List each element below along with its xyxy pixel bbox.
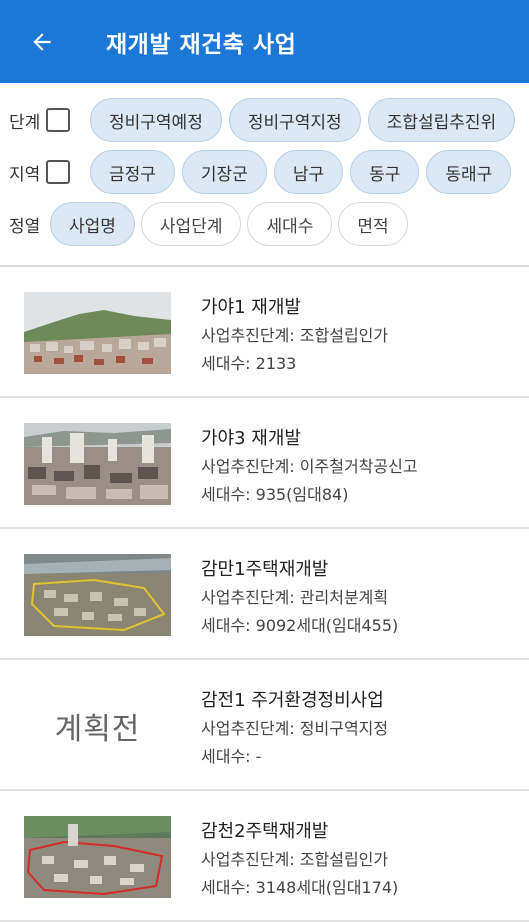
region-chip[interactable]: 기장군 xyxy=(181,150,267,194)
planned-placeholder: 계획전 xyxy=(24,685,171,767)
page-title: 재개발 재건축 사업 xyxy=(106,31,297,58)
project-households: 세대수: - xyxy=(201,747,262,766)
sort-filter-row: 정열 사업명 사업단계 세대수 면적 xyxy=(0,200,414,248)
project-photo xyxy=(24,292,171,374)
project-photo xyxy=(24,423,171,505)
project-list-item[interactable]: 계획전 감전1 주거환경정비사업 사업추진단계: 정비구역지정 세대수: - xyxy=(0,660,529,791)
stage-filter-label: 단계 xyxy=(9,112,41,133)
stage-filter-row: 단계 정비구역예정 정비구역지정 조합설립추진위 xyxy=(0,96,522,144)
project-households: 세대수: 935(임대84) xyxy=(201,485,349,504)
region-chip[interactable]: 금정구 xyxy=(90,150,175,194)
region-filter-row: 지역 금정구 기장군 남구 동구 동래구 xyxy=(0,148,518,196)
project-households: 세대수: 2133 xyxy=(201,354,297,373)
project-title: 가야3 재개발 xyxy=(201,428,301,449)
project-list-item[interactable]: 감천2주택재개발 사업추진단계: 조합설립인가 세대수: 3148세대(임대17… xyxy=(0,791,529,922)
project-title: 감천2주택재개발 xyxy=(201,821,329,842)
project-title: 감전1 주거환경정비사업 xyxy=(201,690,384,711)
sort-chip-area[interactable]: 면적 xyxy=(338,202,408,246)
stage-all-checkbox[interactable] xyxy=(46,108,70,132)
project-title: 가야1 재개발 xyxy=(201,297,301,318)
project-list-item[interactable]: 가야3 재개발 사업추진단계: 이주철거착공신고 세대수: 935(임대84) xyxy=(0,398,529,529)
app-bar: 재개발 재건축 사업 xyxy=(0,0,529,83)
stage-chip[interactable]: 정비구역예정 xyxy=(90,98,222,142)
arrow-left-icon xyxy=(33,32,51,51)
filter-panel: 단계 정비구역예정 정비구역지정 조합설립추진위 지역 금정구 기장군 남구 동… xyxy=(0,83,529,265)
region-chip[interactable]: 남구 xyxy=(273,150,344,194)
back-button[interactable] xyxy=(22,22,62,62)
project-photo xyxy=(24,554,171,636)
project-households: 세대수: 9092세대(임대455) xyxy=(201,616,399,635)
region-filter-label: 지역 xyxy=(9,164,41,185)
region-chip[interactable]: 동래구 xyxy=(426,150,512,194)
sort-filter-label: 정열 xyxy=(9,216,41,237)
region-chip[interactable]: 동구 xyxy=(350,150,420,194)
stage-chip[interactable]: 정비구역지정 xyxy=(228,98,361,142)
project-stage: 사업추진단계: 이주철거착공신고 xyxy=(201,457,418,476)
project-title: 감만1주택재개발 xyxy=(201,559,329,580)
project-stage: 사업추진단계: 조합설립인가 xyxy=(201,326,389,345)
project-photo xyxy=(24,816,171,898)
project-list-item[interactable]: 감만1주택재개발 사업추진단계: 관리처분계획 세대수: 9092세대(임대45… xyxy=(0,529,529,660)
sort-chip-name[interactable]: 사업명 xyxy=(50,202,135,246)
project-stage: 사업추진단계: 정비구역지정 xyxy=(201,719,389,738)
stage-chip[interactable]: 조합설립추진위 xyxy=(367,98,516,142)
project-stage: 사업추진단계: 관리처분계획 xyxy=(201,588,389,607)
project-list-item[interactable]: 가야1 재개발 사업추진단계: 조합설립인가 세대수: 2133 xyxy=(0,267,529,398)
sort-chip-stage[interactable]: 사업단계 xyxy=(140,202,242,246)
sort-chip-households[interactable]: 세대수 xyxy=(247,202,333,246)
project-stage: 사업추진단계: 조합설립인가 xyxy=(201,850,389,869)
project-households: 세대수: 3148세대(임대174) xyxy=(201,878,399,897)
project-list: 가야1 재개발 사업추진단계: 조합설립인가 세대수: 2133 가야3 재개발… xyxy=(0,267,529,922)
region-all-checkbox[interactable] xyxy=(46,160,70,184)
